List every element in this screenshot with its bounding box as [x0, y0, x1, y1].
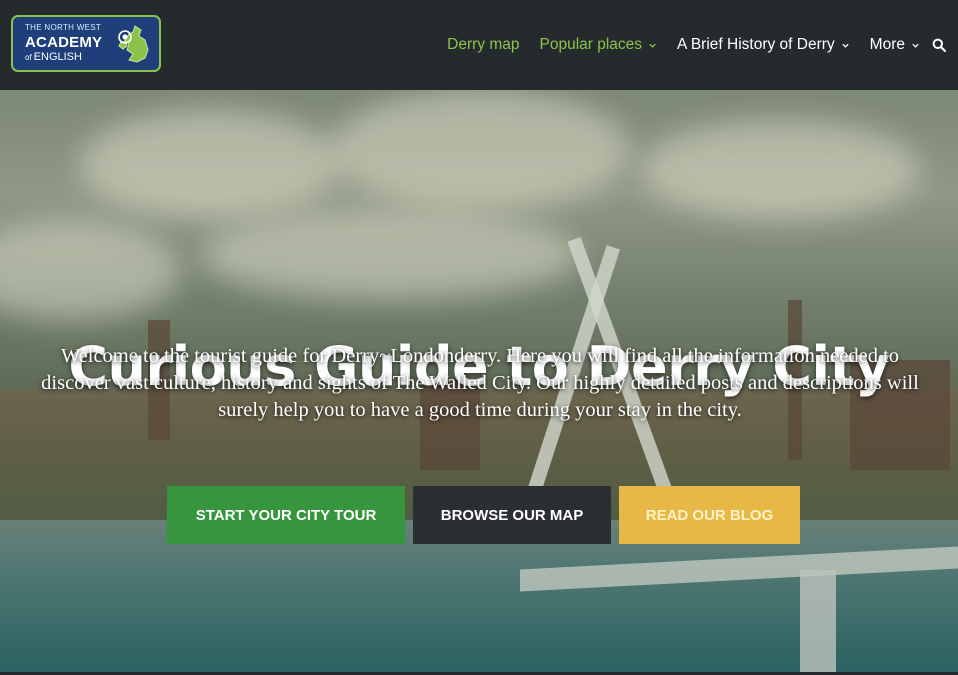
logo-line1: THE NORTH WEST — [25, 23, 102, 32]
search-icon[interactable] — [932, 38, 946, 52]
nav-item-history[interactable]: A Brief History of Derry — [677, 36, 850, 54]
cloud-shape — [0, 220, 180, 320]
nav-label: Popular places — [539, 36, 643, 53]
logo-of: of — [25, 53, 32, 62]
chevron-down-icon — [912, 43, 919, 48]
start-city-tour-button[interactable]: START YOUR CITY TOUR — [167, 486, 405, 544]
nav-label: More — [869, 36, 905, 53]
logo-text: THE NORTH WEST ACADEMY of ENGLISH — [25, 24, 102, 63]
uk-map-icon — [118, 25, 149, 63]
chevron-down-icon — [842, 43, 849, 48]
site-header: THE NORTH WEST ACADEMY of ENGLISH Derry m… — [0, 0, 958, 90]
browse-map-button[interactable]: BROWSE OUR MAP — [413, 486, 611, 544]
site-logo[interactable]: THE NORTH WEST ACADEMY of ENGLISH — [11, 15, 161, 72]
nav-label: Derry map — [447, 36, 520, 53]
chevron-down-icon — [649, 43, 656, 48]
logo-english: ENGLISH — [33, 51, 82, 63]
nav-item-derry-map[interactable]: Derry map — [447, 36, 519, 54]
nav-item-popular-places[interactable]: Popular places — [540, 36, 658, 54]
cloud-shape — [330, 90, 630, 210]
logo-line2: ACADEMY — [25, 34, 103, 51]
hero-subtitle: Welcome to the tourist guide for Derry~L… — [41, 345, 919, 421]
cloud-shape — [200, 210, 580, 300]
cloud-shape — [80, 110, 340, 220]
bridge-support — [800, 570, 836, 672]
nav-label: A Brief History of Derry — [677, 36, 835, 53]
main-nav: Derry map Popular places A Brief History… — [447, 0, 946, 90]
logo-line3: of ENGLISH — [25, 52, 102, 63]
nav-item-more[interactable]: More — [870, 36, 920, 54]
cloud-shape — [640, 120, 920, 220]
read-blog-button[interactable]: READ OUR BLOG — [619, 486, 800, 544]
